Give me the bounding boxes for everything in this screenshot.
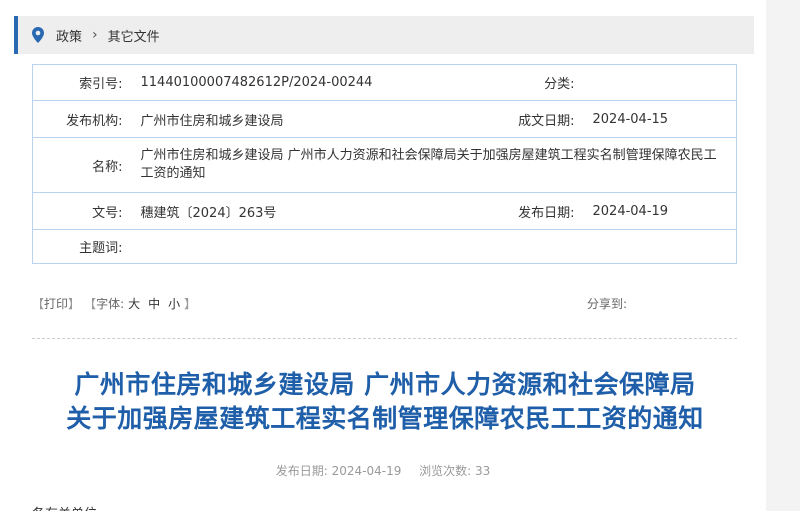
keywords-value — [136, 229, 737, 264]
article-title: 广州市住房和城乡建设局 广州市人力资源和社会保障局 关于加强房屋建筑工程实名制管… — [20, 368, 750, 436]
name-label: 名称: — [32, 137, 137, 193]
bracket: 【 — [84, 297, 97, 311]
article-body-start: 各有关单位 — [32, 503, 97, 511]
breadcrumb-item-other-files[interactable]: 其它文件 — [108, 26, 160, 45]
document-info-table: 索引号: 11440100007482612P/2024-00244 分类: 发… — [32, 64, 737, 264]
info-row-publisher: 发布机构: 广州市住房和城乡建设局 成文日期: 2024-04-15 — [32, 100, 737, 138]
written-date-value: 2024-04-15 — [580, 100, 737, 138]
article-date-value: 2024-04-19 — [331, 464, 402, 478]
doc-no-value: 穗建筑〔2024〕263号 — [136, 192, 449, 230]
views-count: 33 — [474, 464, 491, 478]
article-meta: 发布日期: 2024-04-19 浏览次数: 33 — [0, 462, 766, 479]
bracket: 【 — [32, 297, 45, 311]
share-label: 分享到: — [587, 297, 628, 311]
views-label: 浏览次数: — [419, 464, 472, 478]
info-row-doc-no: 文号: 穗建筑〔2024〕263号 发布日期: 2024-04-19 — [32, 192, 737, 230]
name-value: 广州市住房和城乡建设局 广州市人力资源和社会保障局关于加强房屋建筑工程实名制管理… — [136, 137, 737, 193]
font-medium-button[interactable]: 中 — [148, 295, 160, 312]
font-small-button[interactable]: 小 — [168, 295, 180, 312]
category-value — [581, 65, 737, 101]
article-title-line-2: 关于加强房屋建筑工程实名制管理保障农民工工资的通知 — [66, 404, 704, 433]
breadcrumb-item-policy[interactable]: 政策 — [56, 26, 82, 45]
location-pin-icon — [32, 27, 44, 43]
publish-date-value: 2024-04-19 — [580, 192, 737, 230]
keywords-label: 主题词: — [32, 229, 137, 264]
article-date-label: 发布日期: — [275, 464, 328, 478]
doc-no-label: 文号: — [32, 192, 137, 230]
info-row-name: 名称: 广州市住房和城乡建设局 广州市人力资源和社会保障局关于加强房屋建筑工程实… — [32, 137, 737, 193]
publisher-value: 广州市住房和城乡建设局 — [136, 100, 449, 138]
print-button[interactable]: 打印 — [44, 295, 68, 312]
page-gutter — [766, 0, 800, 511]
article-title-line-1: 广州市住房和城乡建设局 广州市人力资源和社会保障局 — [74, 370, 696, 399]
index-no-label: 索引号: — [79, 77, 123, 92]
article-tools: 【 打印 】 【 字体: 大 中 小 】 — [32, 295, 196, 312]
index-no-value: 11440100007482612P/2024-00244 — [140, 75, 373, 90]
font-size-label: 字体: — [96, 297, 125, 311]
category-label: 分类: — [544, 77, 575, 92]
chevron-right-icon: › — [92, 27, 98, 43]
font-large-button[interactable]: 大 — [128, 295, 140, 312]
bracket: 】 — [68, 297, 81, 311]
info-row-index: 索引号: 11440100007482612P/2024-00244 分类: — [33, 65, 737, 101]
info-row-keywords: 主题词: — [32, 229, 737, 264]
publish-date-label: 发布日期: — [448, 192, 581, 230]
divider — [32, 338, 737, 339]
bracket: 】 — [184, 297, 197, 311]
written-date-label: 成文日期: — [448, 100, 581, 138]
breadcrumb: 政策 › 其它文件 — [14, 16, 754, 54]
page: 政策 › 其它文件 索引号: 11440100007482612P/2024-0… — [0, 0, 766, 511]
publisher-label: 发布机构: — [32, 100, 137, 138]
